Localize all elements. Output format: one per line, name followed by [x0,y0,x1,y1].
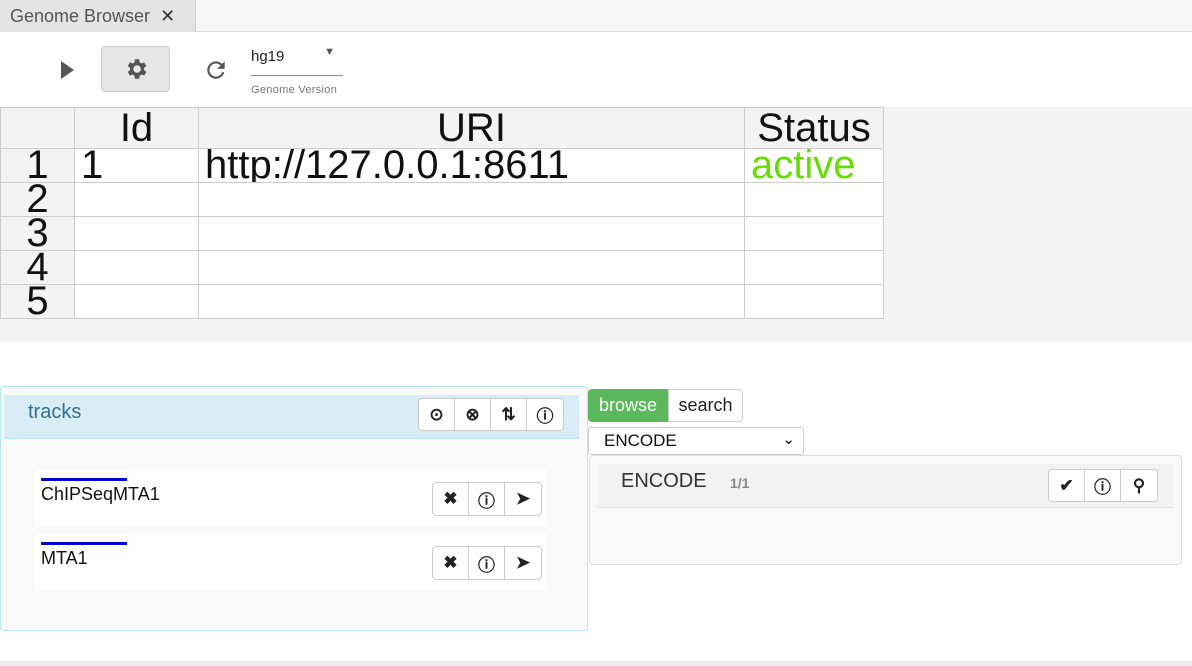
cell-id[interactable] [74,284,199,319]
table-row: 1 1 http://127.0.0.1:8611 active [0,148,884,183]
cell-uri[interactable] [198,284,745,319]
cell-status[interactable] [744,182,884,217]
bottom-divider [0,661,1192,666]
cell-uri[interactable] [198,250,745,285]
track-color-bar [41,478,127,481]
column-header-status[interactable]: Status [744,107,884,149]
send-icon[interactable]: ➤ [505,547,541,579]
source-title: ENCODE [621,470,707,492]
row-number[interactable]: 5 [0,284,75,319]
play-circle-icon[interactable]: ⊙ [419,399,455,430]
source-panel-header: ENCODE 1/1 ✔ ⓘ ⚲ [598,464,1173,508]
tracks-title: tracks [28,401,82,423]
search-button[interactable]: search [668,389,743,422]
genome-version-value: hg19 [251,48,285,65]
genome-version-label: Genome Version [251,84,338,96]
table-row: 2 [0,182,884,217]
track-item[interactable]: MTA1 ✖ ⓘ ➤ [35,534,547,590]
chevron-down-icon: ⌄ [782,431,795,448]
dropdown-arrow-icon: ▼ [324,46,335,58]
source-select[interactable]: ENCODE ⌄ [588,427,804,455]
cell-uri[interactable] [198,216,745,251]
row-number[interactable]: 1 [0,148,75,183]
row-number[interactable]: 4 [0,250,75,285]
corner-cell [0,107,75,149]
cell-id[interactable] [74,182,199,217]
tab-title: Genome Browser [10,6,151,26]
table-row: 5 [0,284,884,319]
search-icon[interactable]: ⚲ [1121,470,1157,501]
track-item[interactable]: ChIPSeqMTA1 ✖ ⓘ ➤ [35,470,547,526]
source-count: 1/1 [730,475,750,491]
column-header-uri[interactable]: URI [198,107,745,149]
source-select-value: ENCODE [604,431,677,450]
track-color-bar [41,542,127,545]
cell-uri[interactable]: http://127.0.0.1:8611 [198,148,745,183]
track-name: MTA1 [41,548,88,568]
cell-id[interactable] [74,250,199,285]
close-tab-icon[interactable]: ✕ [160,6,175,26]
cell-status[interactable] [744,284,884,319]
table-row: 3 [0,216,884,251]
cell-uri[interactable] [198,182,745,217]
genome-version-select[interactable]: hg19 ▼ [251,46,343,76]
send-icon[interactable]: ➤ [505,483,541,515]
cell-id[interactable] [74,216,199,251]
cell-status[interactable] [744,216,884,251]
tab-genome-browser[interactable]: Genome Browser ✕ [0,0,196,32]
gear-icon [127,59,146,79]
info-icon[interactable]: ⓘ [469,547,505,579]
cell-id[interactable]: 1 [74,148,199,183]
sort-icon[interactable]: ⇅ [491,399,527,430]
close-icon[interactable]: ✖ [433,483,469,515]
close-icon[interactable]: ✖ [433,547,469,579]
track-name: ChIPSeqMTA1 [41,484,160,504]
server-table: Id URI Status 1 1 http://127.0.0.1:8611 activ… [0,107,884,319]
info-icon[interactable]: ⓘ [527,399,563,430]
cell-status[interactable] [744,250,884,285]
tracks-header: tracks ⊙ ⊗ ⇅ ⓘ [4,395,579,439]
info-icon[interactable]: ⓘ [1085,470,1121,501]
tracks-toolbar: ⊙ ⊗ ⇅ ⓘ [418,398,564,431]
table-row: 4 [0,250,884,285]
check-circle-icon[interactable]: ✔ [1049,470,1085,501]
info-icon[interactable]: ⓘ [469,483,505,515]
column-header-id[interactable]: Id [74,107,199,149]
row-number[interactable]: 2 [0,182,75,217]
x-circle-icon[interactable]: ⊗ [455,399,491,430]
cell-status[interactable]: active [744,148,884,183]
row-number[interactable]: 3 [0,216,75,251]
refresh-icon[interactable] [200,54,232,86]
play-icon[interactable] [52,55,82,85]
settings-button[interactable] [101,46,170,92]
browse-button[interactable]: browse [588,389,668,422]
